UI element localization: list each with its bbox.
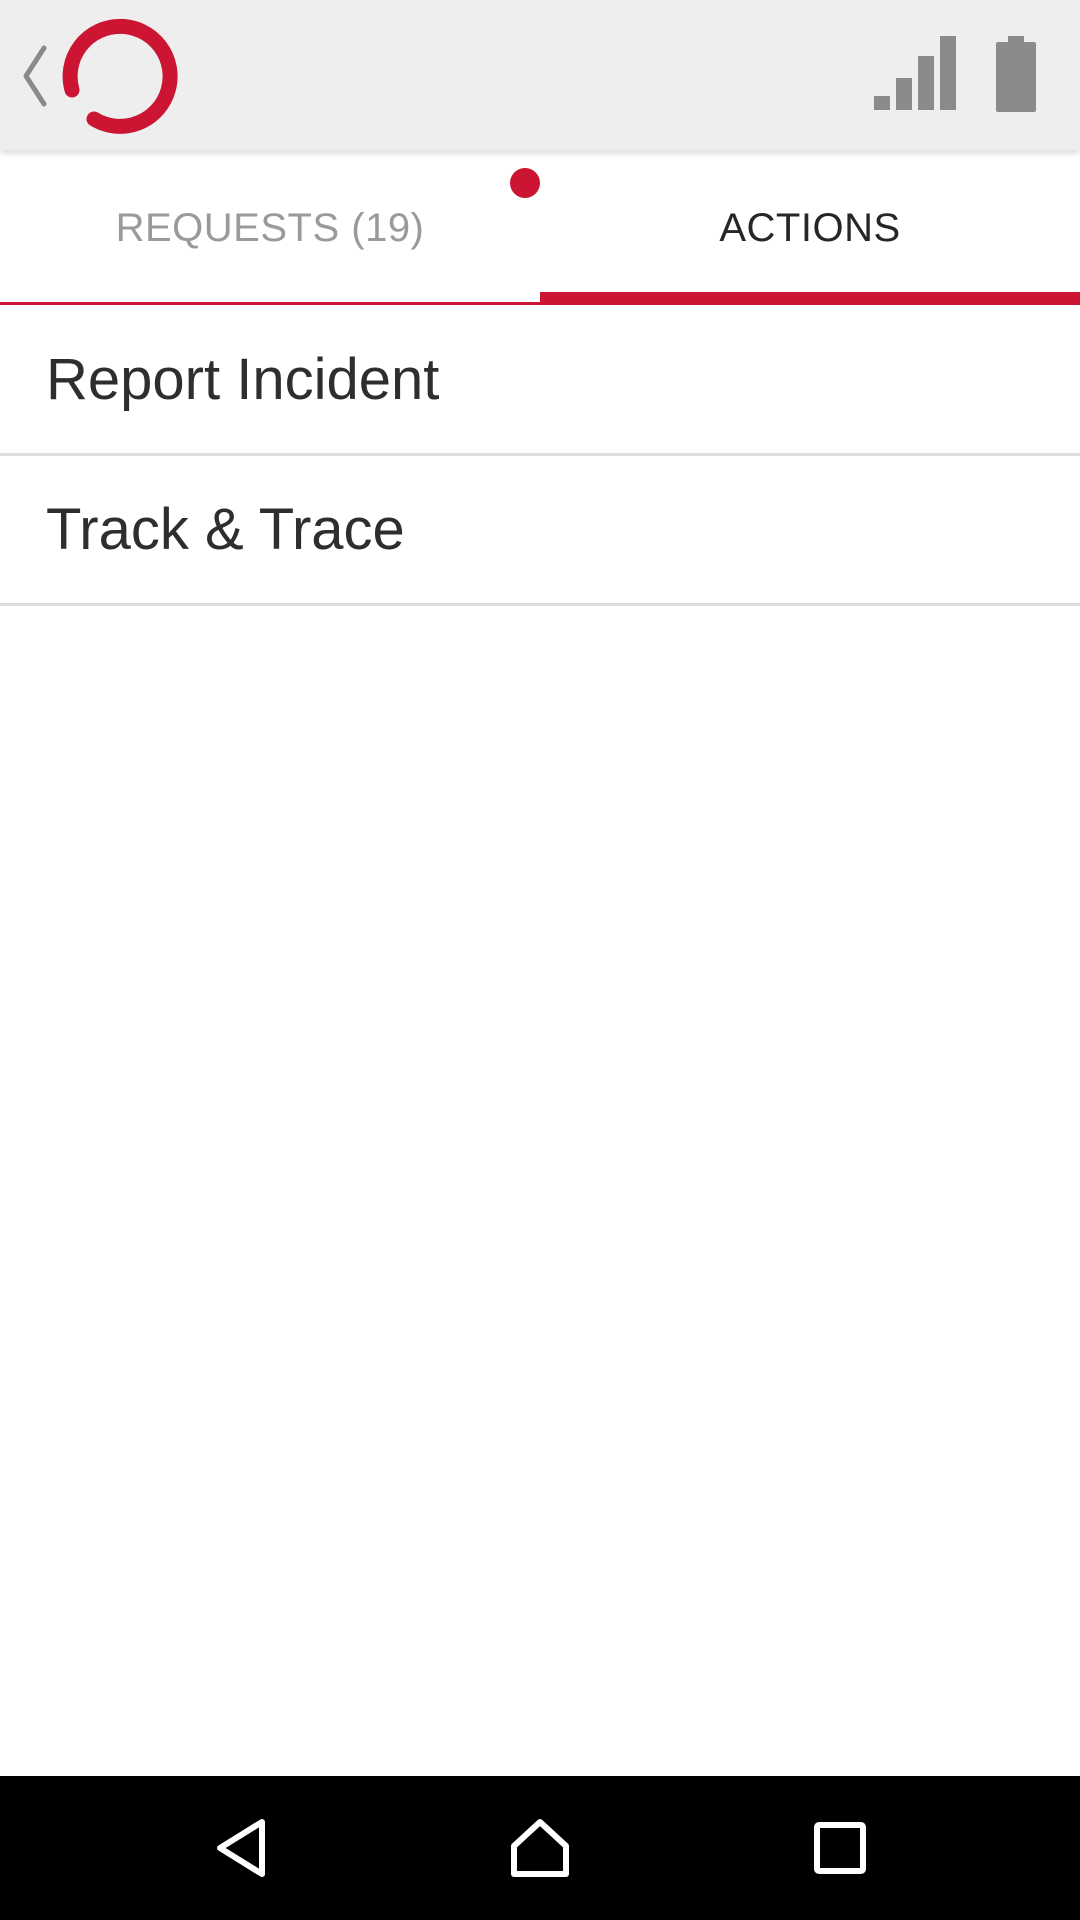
chevron-left-icon xyxy=(23,45,47,107)
notification-dot xyxy=(510,168,540,198)
tab-requests[interactable]: REQUESTS (19) xyxy=(0,150,540,306)
tab-actions-label: ACTIONS xyxy=(719,205,901,250)
nav-home-button[interactable] xyxy=(500,1808,580,1888)
active-tab-indicator xyxy=(540,292,1080,305)
nav-recents-button[interactable] xyxy=(800,1808,880,1888)
back-button[interactable] xyxy=(14,36,54,116)
recents-square-icon xyxy=(814,1822,866,1874)
action-label: Track & Trace xyxy=(46,497,405,562)
tab-bar: REQUESTS (19) ACTIONS xyxy=(0,150,1080,306)
app-screen: REQUESTS (19) ACTIONS Report Incident Tr… xyxy=(0,0,1080,1920)
home-icon xyxy=(511,1819,569,1877)
actions-list: Report Incident Track & Trace xyxy=(0,306,1080,606)
top-bar xyxy=(0,0,1080,150)
action-label: Report Incident xyxy=(46,347,440,412)
action-report-incident[interactable]: Report Incident xyxy=(0,306,1080,456)
nav-back-button[interactable] xyxy=(202,1808,282,1888)
action-track-and-trace[interactable]: Track & Trace xyxy=(0,456,1080,606)
tab-requests-label: REQUESTS (19) xyxy=(115,205,425,250)
system-nav-bar xyxy=(0,1776,1080,1920)
tab-actions[interactable]: ACTIONS xyxy=(540,150,1080,306)
signal-icon xyxy=(874,36,956,110)
back-triangle-icon xyxy=(217,1819,265,1877)
ring-logo-icon xyxy=(62,18,178,134)
app-logo xyxy=(54,12,180,138)
battery-icon xyxy=(996,36,1036,112)
